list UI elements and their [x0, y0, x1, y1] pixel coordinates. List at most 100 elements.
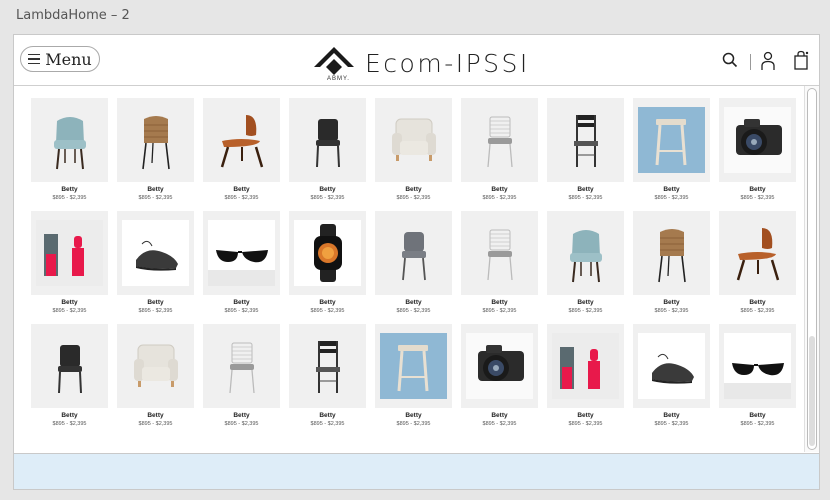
product-card[interactable]: Betty $895 - $2,395	[633, 211, 710, 314]
chair-wire-image[interactable]	[461, 211, 538, 295]
product-card[interactable]: Betty $895 - $2,395	[547, 324, 624, 427]
camera-image[interactable]	[719, 98, 796, 182]
product-price: $895 - $2,395	[224, 195, 259, 201]
product-card[interactable]: Betty $895 - $2,395	[461, 211, 538, 314]
chair-wood-image[interactable]	[719, 211, 796, 295]
product-name[interactable]: Betty	[203, 186, 280, 193]
product-price: $895 - $2,395	[396, 421, 431, 427]
product-name[interactable]: Betty	[633, 299, 710, 306]
sunglasses-image[interactable]	[719, 324, 796, 408]
product-price: $895 - $2,395	[482, 308, 517, 314]
shopping-bag-icon[interactable]	[793, 50, 809, 70]
product-card[interactable]: Betty $895 - $2,395	[289, 211, 366, 314]
camera-image[interactable]	[461, 324, 538, 408]
brand-name[interactable]: Ecom-IPSSI	[365, 49, 530, 78]
product-card[interactable]: Betty $895 - $2,395	[289, 98, 366, 201]
product-name[interactable]: Betty	[461, 186, 538, 193]
product-card[interactable]: Betty $895 - $2,395	[31, 98, 108, 201]
product-name[interactable]: Betty	[547, 299, 624, 306]
product-card[interactable]: Betty $895 - $2,395	[203, 98, 280, 201]
chair-black-image[interactable]	[289, 98, 366, 182]
product-price: $895 - $2,395	[310, 195, 345, 201]
product-card[interactable]: Betty $895 - $2,395	[375, 324, 452, 427]
chair-black-image[interactable]	[31, 324, 108, 408]
chair-grey-image[interactable]	[375, 211, 452, 295]
product-name[interactable]: Betty	[203, 299, 280, 306]
scrollbar-thumb[interactable]	[809, 336, 815, 446]
product-name[interactable]: Betty	[289, 299, 366, 306]
product-name[interactable]: Betty	[719, 186, 796, 193]
armchair-image[interactable]	[375, 98, 452, 182]
product-card[interactable]: Betty $895 - $2,395	[203, 211, 280, 314]
menu-label: Menu	[45, 49, 92, 69]
sunglasses-image[interactable]	[203, 211, 280, 295]
chair-teal-image[interactable]	[31, 98, 108, 182]
product-name[interactable]: Betty	[117, 412, 194, 419]
menu-button[interactable]: Menu	[20, 46, 100, 72]
product-card[interactable]: Betty $895 - $2,395	[547, 211, 624, 314]
product-name[interactable]: Betty	[547, 412, 624, 419]
product-name[interactable]: Betty	[289, 412, 366, 419]
chair-ladder-image[interactable]	[289, 324, 366, 408]
product-card[interactable]: Betty $895 - $2,395	[633, 324, 710, 427]
lipstick-image[interactable]	[547, 324, 624, 408]
product-name[interactable]: Betty	[31, 299, 108, 306]
product-price: $895 - $2,395	[138, 308, 173, 314]
product-name[interactable]: Betty	[289, 186, 366, 193]
product-card[interactable]: Betty $895 - $2,395	[117, 98, 194, 201]
product-name[interactable]: Betty	[461, 299, 538, 306]
product-name[interactable]: Betty	[547, 186, 624, 193]
watch-image[interactable]	[289, 211, 366, 295]
sneaker-image[interactable]	[117, 211, 194, 295]
product-name[interactable]: Betty	[633, 412, 710, 419]
search-icon[interactable]	[722, 52, 738, 68]
product-name[interactable]: Betty	[719, 412, 796, 419]
product-card[interactable]: Betty $895 - $2,395	[719, 324, 796, 427]
product-card[interactable]: Betty $895 - $2,395	[547, 98, 624, 201]
product-card[interactable]: Betty $895 - $2,395	[289, 324, 366, 427]
product-name[interactable]: Betty	[117, 186, 194, 193]
product-card[interactable]: Betty $895 - $2,395	[31, 211, 108, 314]
product-card[interactable]: Betty $895 - $2,395	[117, 324, 194, 427]
stool-image[interactable]	[375, 324, 452, 408]
product-name[interactable]: Betty	[31, 186, 108, 193]
product-price: $895 - $2,395	[138, 421, 173, 427]
product-card[interactable]: Betty $895 - $2,395	[203, 324, 280, 427]
product-card[interactable]: Betty $895 - $2,395	[461, 324, 538, 427]
product-name[interactable]: Betty	[31, 412, 108, 419]
armchair-image[interactable]	[117, 324, 194, 408]
product-name[interactable]: Betty	[117, 299, 194, 306]
product-name[interactable]: Betty	[719, 299, 796, 306]
product-card[interactable]: Betty $895 - $2,395	[461, 98, 538, 201]
chair-ladder-image[interactable]	[547, 98, 624, 182]
vertical-scrollbar[interactable]	[804, 86, 819, 452]
product-card[interactable]: Betty $895 - $2,395	[31, 324, 108, 427]
product-card[interactable]: Betty $895 - $2,395	[719, 98, 796, 201]
product-name[interactable]: Betty	[375, 299, 452, 306]
product-grid: Betty $895 - $2,395 Betty $895 - $2,395 Bett…	[31, 98, 796, 427]
sneaker-image[interactable]	[633, 324, 710, 408]
stool-image[interactable]	[633, 98, 710, 182]
chair-teal-image[interactable]	[547, 211, 624, 295]
product-grid-area: Betty $895 - $2,395 Betty $895 - $2,395 Bett…	[14, 86, 803, 453]
product-card[interactable]: Betty $895 - $2,395	[375, 211, 452, 314]
lipstick-image[interactable]	[31, 211, 108, 295]
user-icon[interactable]	[760, 51, 776, 71]
chair-wire-image[interactable]	[461, 98, 538, 182]
chair-wicker-image[interactable]	[633, 211, 710, 295]
product-card[interactable]: Betty $895 - $2,395	[117, 211, 194, 314]
chair-wood-image[interactable]	[203, 98, 280, 182]
chair-wire-image[interactable]	[203, 324, 280, 408]
product-price: $895 - $2,395	[654, 308, 689, 314]
product-name[interactable]: Betty	[461, 412, 538, 419]
logo-subtext: ABMY.	[327, 76, 350, 82]
product-card[interactable]: Betty $895 - $2,395	[633, 98, 710, 201]
product-card[interactable]: Betty $895 - $2,395	[719, 211, 796, 314]
product-name[interactable]: Betty	[375, 186, 452, 193]
product-price: $895 - $2,395	[482, 195, 517, 201]
product-card[interactable]: Betty $895 - $2,395	[375, 98, 452, 201]
product-name[interactable]: Betty	[203, 412, 280, 419]
product-name[interactable]: Betty	[633, 186, 710, 193]
chair-wicker-image[interactable]	[117, 98, 194, 182]
product-name[interactable]: Betty	[375, 412, 452, 419]
